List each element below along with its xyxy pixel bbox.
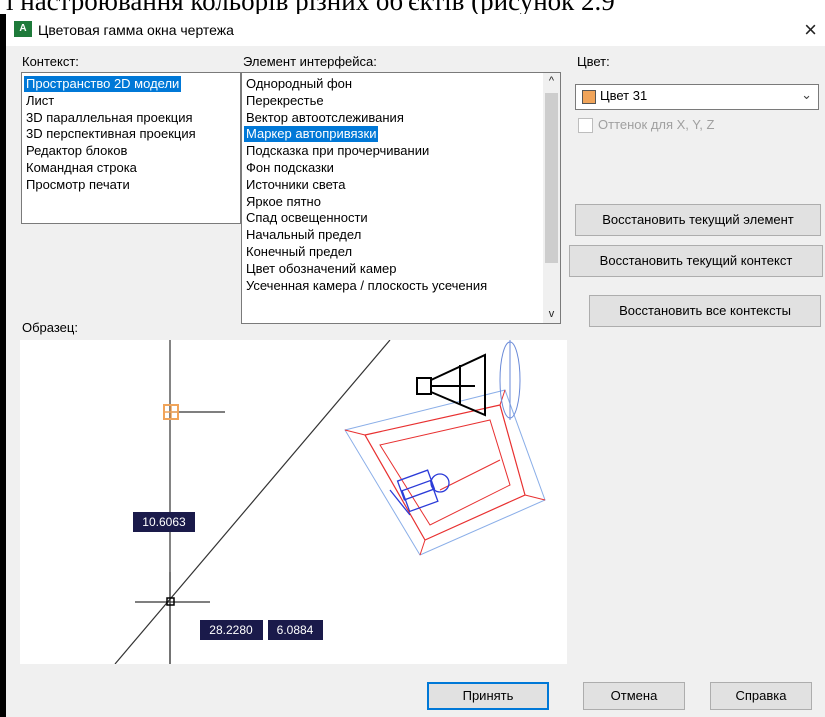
list-item[interactable]: Перекрестье: [244, 93, 326, 109]
list-item[interactable]: 3D параллельная проекция: [24, 110, 195, 126]
scroll-down-icon[interactable]: v: [543, 306, 560, 323]
color-swatch: [582, 90, 596, 104]
chevron-down-icon: ⌄: [801, 87, 812, 102]
restore-element-button[interactable]: Восстановить текущий элемент: [575, 204, 821, 236]
list-item[interactable]: Конечный предел: [244, 244, 354, 260]
apply-button[interactable]: Принять: [427, 682, 549, 710]
scroll-up-icon[interactable]: ^: [543, 73, 560, 90]
list-item[interactable]: Просмотр печати: [24, 177, 132, 193]
title-bar: A Цветовая гамма окна чертежа ×: [6, 14, 825, 46]
interface-element-listbox[interactable]: ^ v Однородный фон Перекрестье Вектор авто…: [241, 72, 561, 324]
interface-element-label: Элемент интерфейса:: [243, 54, 377, 69]
dim-label-c: 6.0884: [277, 623, 314, 637]
context-listbox[interactable]: Пространство 2D модели Лист 3D параллельна…: [21, 72, 241, 224]
preview-label: Образец:: [22, 320, 78, 335]
list-item[interactable]: Маркер автопривязки: [244, 126, 379, 143]
list-item[interactable]: Начальный предел: [244, 227, 363, 243]
list-item[interactable]: Лист: [24, 93, 56, 109]
color-combobox[interactable]: Цвет 31 ⌄: [575, 84, 819, 110]
dim-label-a: 10.6063: [142, 515, 186, 529]
dim-label-b: 28.2280: [209, 623, 253, 637]
list-item[interactable]: Командная строка: [24, 160, 139, 176]
scroll-thumb[interactable]: [545, 93, 558, 263]
light-source-icon: [416, 353, 486, 417]
list-item[interactable]: Пространство 2D модели: [24, 76, 182, 92]
tint-xyz-checkbox[interactable]: [578, 118, 593, 133]
list-item[interactable]: Цвет обозначений камер: [244, 261, 399, 277]
help-button[interactable]: Справка: [710, 682, 812, 710]
color-label: Цвет:: [577, 54, 610, 69]
tracking-vector: [114, 339, 391, 665]
color-scheme-dialog: A Цветовая гамма окна чертежа × Контекст…: [0, 14, 825, 717]
camera-blue-icon: [389, 469, 450, 516]
list-item[interactable]: Подсказка при прочерчивании: [244, 143, 431, 159]
window-title: Цветовая гамма окна чертежа: [38, 22, 234, 38]
restore-context-button[interactable]: Восстановить текущий контекст: [569, 245, 823, 277]
list-item[interactable]: Редактор блоков: [24, 143, 129, 159]
frustum-red-inner: [379, 419, 511, 526]
list-item[interactable]: Однородный фон: [244, 76, 354, 92]
preview-drawing: 10.6063 28.2280 6.0884: [114, 339, 546, 665]
list-item[interactable]: Яркое пятно: [244, 194, 323, 210]
cancel-button[interactable]: Отмена: [583, 682, 685, 710]
list-item[interactable]: Спад освещенности: [244, 210, 370, 226]
tint-xyz-label: Оттенок для X, Y, Z: [598, 117, 715, 132]
autocad-app-icon: A: [14, 21, 32, 37]
list-item[interactable]: Вектор автоотслеживания: [244, 110, 406, 126]
color-value: Цвет 31: [600, 88, 648, 103]
list-item[interactable]: Фон подсказки: [244, 160, 336, 176]
list-item[interactable]: Источники света: [244, 177, 347, 193]
list-item[interactable]: Усеченная камера / плоскость усечения: [244, 278, 489, 294]
frustum-outer: [344, 389, 546, 556]
restore-all-button[interactable]: Восстановить все контексты: [589, 295, 821, 327]
close-icon[interactable]: ×: [804, 17, 817, 43]
listbox-scrollbar[interactable]: ^ v: [543, 73, 560, 323]
context-label: Контекст:: [22, 54, 79, 69]
list-item[interactable]: 3D перспективная проекция: [24, 126, 198, 142]
left-border: [0, 14, 6, 717]
light-lens-icon: [499, 340, 521, 420]
preview-canvas: 10.6063 28.2280 6.0884: [20, 339, 567, 665]
frustum-edge3: [524, 494, 546, 501]
